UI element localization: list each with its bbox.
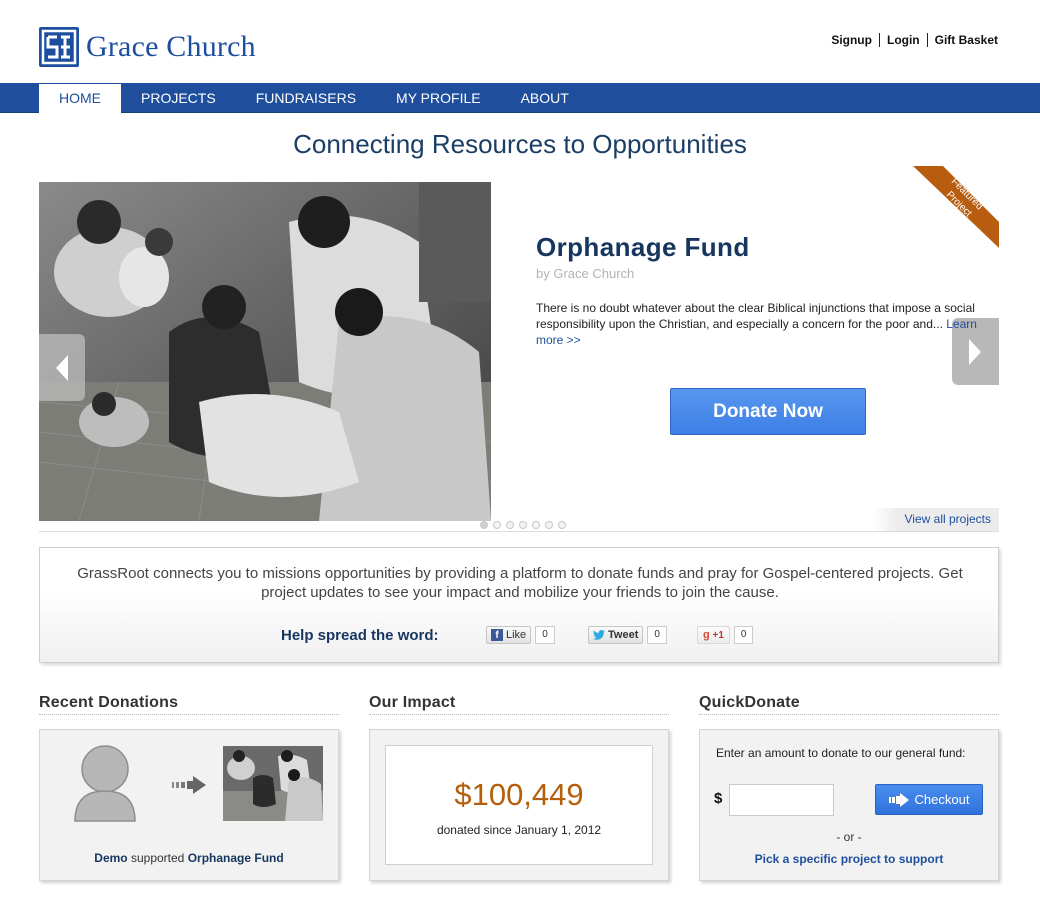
donor-link[interactable]: Demo bbox=[94, 851, 127, 865]
google-plus-one: g +1 0 bbox=[697, 626, 754, 644]
impact-subtitle: donated since January 1, 2012 bbox=[436, 823, 602, 837]
carousel-dot[interactable] bbox=[545, 521, 553, 529]
recent-donations-title: Recent Donations bbox=[39, 694, 179, 711]
nav-my-profile[interactable]: MY PROFILE bbox=[376, 83, 501, 113]
quick-donate-prompt: Enter an amount to donate to our general… bbox=[716, 746, 966, 760]
user-avatar-icon[interactable] bbox=[73, 745, 137, 823]
carousel-dot[interactable] bbox=[532, 521, 540, 529]
project-description: There is no doubt whatever about the cle… bbox=[536, 300, 986, 348]
twitter-bird-icon bbox=[593, 630, 605, 640]
site-logo[interactable]: Grace Church bbox=[39, 27, 256, 67]
project-thumbnail[interactable] bbox=[223, 746, 323, 821]
tweet-count: 0 bbox=[647, 626, 667, 644]
about-text: GrassRoot connects you to missions oppor… bbox=[77, 565, 963, 601]
google-plus-count: 0 bbox=[733, 626, 754, 644]
donation-verb: supported bbox=[130, 851, 185, 865]
divider bbox=[699, 714, 999, 715]
featured-photo[interactable] bbox=[39, 182, 491, 521]
nav-home[interactable]: HOME bbox=[39, 84, 121, 114]
divider bbox=[369, 714, 669, 715]
arrow-right-icon bbox=[888, 792, 909, 807]
donated-project-link[interactable]: Orphanage Fund bbox=[188, 851, 284, 865]
facebook-like-label: Like bbox=[506, 629, 527, 641]
our-impact-panel: $100,449 donated since January 1, 2012 bbox=[369, 729, 669, 881]
divider bbox=[39, 714, 339, 715]
carousel-pagination bbox=[480, 521, 571, 529]
project-description-text: There is no doubt whatever about the cle… bbox=[536, 301, 975, 331]
google-icon: g bbox=[703, 629, 710, 641]
impact-card: $100,449 donated since January 1, 2012 bbox=[385, 745, 653, 865]
currency-symbol: $ bbox=[714, 790, 723, 807]
project-title[interactable]: Orphanage Fund bbox=[536, 232, 750, 263]
checkout-button[interactable]: Checkout bbox=[875, 784, 983, 815]
view-all-projects-link[interactable]: View all projects bbox=[873, 508, 999, 531]
featured-project-ribbon: Featured Project bbox=[913, 166, 999, 248]
our-impact-title: Our Impact bbox=[369, 694, 456, 711]
carousel-dot[interactable] bbox=[558, 521, 566, 529]
donation-amount-input[interactable] bbox=[729, 784, 834, 816]
cross-logo-icon bbox=[39, 27, 79, 67]
facebook-like: f Like 0 bbox=[486, 626, 555, 644]
quick-donate-title: QuickDonate bbox=[699, 694, 800, 711]
signup-link[interactable]: Signup bbox=[824, 33, 879, 47]
nav-about[interactable]: ABOUT bbox=[501, 83, 589, 113]
logo-text: Grace Church bbox=[86, 30, 256, 63]
main-nav: HOME PROJECTS FUNDRAISERS MY PROFILE ABO… bbox=[0, 83, 1040, 114]
carousel-dot[interactable] bbox=[493, 521, 501, 529]
login-link[interactable]: Login bbox=[878, 33, 927, 47]
spread-the-word-label: Help spread the word: bbox=[281, 627, 439, 644]
google-plus-one-button[interactable]: g +1 bbox=[697, 626, 730, 644]
page-tagline: Connecting Resources to Opportunities bbox=[293, 129, 747, 159]
checkout-label: Checkout bbox=[914, 792, 970, 807]
carousel-prev-button[interactable] bbox=[39, 334, 85, 401]
facebook-icon: f bbox=[491, 629, 503, 641]
tweet-label: Tweet bbox=[608, 629, 639, 641]
facebook-like-count: 0 bbox=[535, 626, 555, 644]
site-header: Grace Church Signup Login Gift Basket bbox=[0, 0, 1040, 84]
carousel-dot[interactable] bbox=[519, 521, 527, 529]
featured-carousel: Featured Project Orphanage Fund by Grace… bbox=[39, 166, 999, 532]
recent-donations-panel: Demo supported Orphanage Fund bbox=[39, 729, 339, 881]
donate-now-button[interactable]: Donate Now bbox=[670, 388, 866, 435]
or-separator: - or - bbox=[836, 830, 862, 844]
facebook-like-button[interactable]: f Like bbox=[486, 626, 532, 644]
quick-donate-panel: Enter an amount to donate to our general… bbox=[699, 729, 999, 881]
about-panel: GrassRoot connects you to missions oppor… bbox=[39, 547, 999, 663]
recent-donation-text: Demo supported Orphanage Fund bbox=[40, 851, 338, 865]
google-plus-label: +1 bbox=[712, 630, 724, 641]
arrow-right-icon bbox=[172, 776, 206, 794]
account-links: Signup Login Gift Basket bbox=[824, 33, 998, 47]
carousel-dot[interactable] bbox=[480, 521, 488, 529]
impact-amount: $100,449 bbox=[454, 777, 584, 812]
carousel-dot[interactable] bbox=[506, 521, 514, 529]
twitter-tweet: Tweet 0 bbox=[588, 626, 667, 644]
pick-project-link[interactable]: Pick a specific project to support bbox=[700, 852, 998, 866]
tweet-button[interactable]: Tweet bbox=[588, 626, 644, 644]
divider bbox=[39, 531, 999, 532]
project-owner: by Grace Church bbox=[536, 266, 635, 281]
nav-fundraisers[interactable]: FUNDRAISERS bbox=[236, 83, 376, 113]
gift-basket-link[interactable]: Gift Basket bbox=[926, 33, 998, 47]
nav-projects[interactable]: PROJECTS bbox=[121, 83, 236, 113]
